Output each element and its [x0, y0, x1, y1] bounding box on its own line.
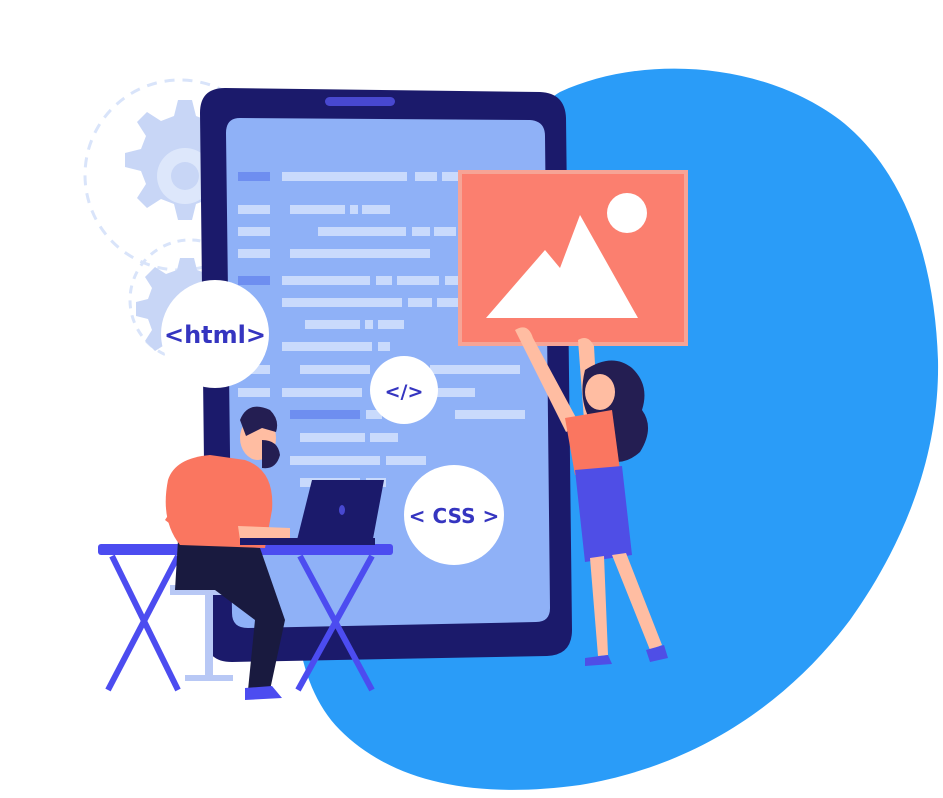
css-tag-bubble: < CSS >: [404, 465, 504, 565]
speaker-slot: [325, 97, 395, 106]
code-tag-label: </>: [385, 381, 424, 403]
html-tag-bubble: <html>: [161, 280, 269, 388]
html-tag-label: <html>: [164, 321, 266, 349]
css-tag-label: < CSS >: [409, 504, 499, 528]
code-tag-bubble: </>: [370, 356, 438, 424]
illustration: <html> </> < CSS >: [83, 68, 939, 790]
mountain-image-icon: [458, 170, 688, 346]
